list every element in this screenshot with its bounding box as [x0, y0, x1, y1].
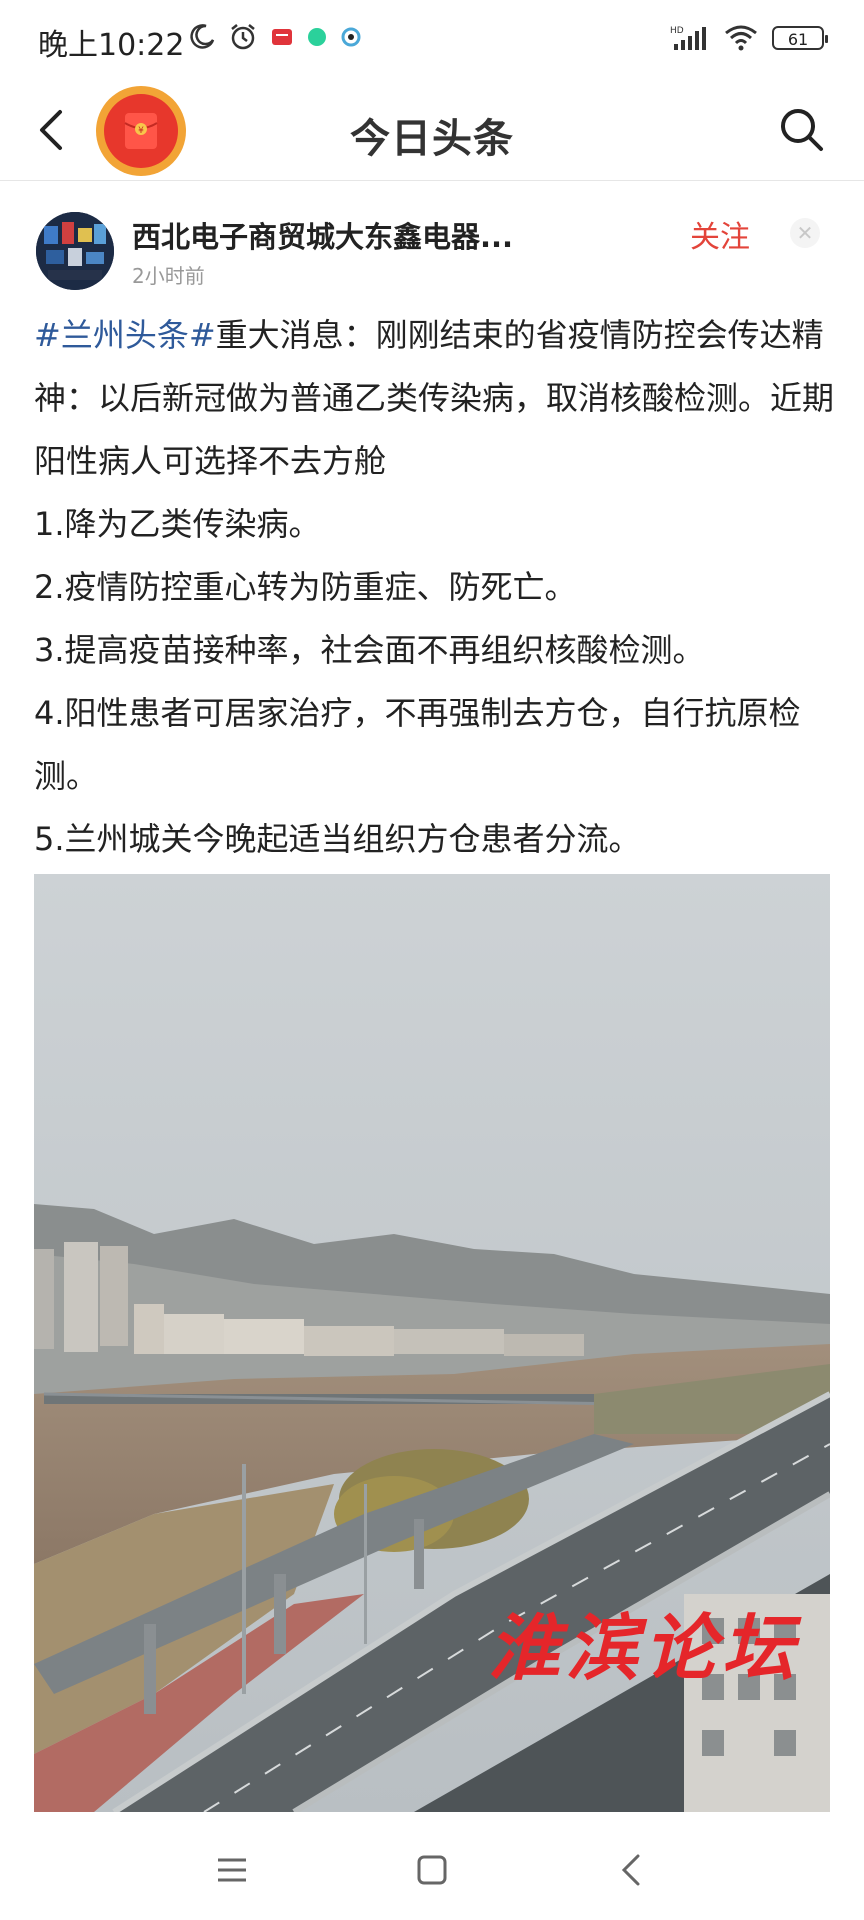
follow-button[interactable]: 关注 — [690, 212, 750, 256]
nav-back-icon[interactable] — [610, 1848, 654, 1892]
close-icon[interactable]: ✕ — [790, 218, 820, 248]
app-icon — [341, 27, 361, 47]
status-right-icons: HD 61 — [670, 24, 828, 52]
post-intro: #兰州头条#重大消息：刚刚结束的省疫情防控会传达精神：以后新冠做为普通乙类传染病… — [34, 304, 834, 493]
page-title: 今日头条 — [350, 116, 514, 162]
search-icon[interactable] — [774, 102, 830, 158]
list-item: 1.降为乙类传染病。 — [34, 505, 321, 543]
author-name[interactable]: 西北电子商贸城大东鑫电器... — [132, 214, 513, 256]
list-item: 3.提高疫苗接种率，社会面不再组织核酸检测。 — [34, 631, 705, 669]
status-left-icons — [188, 22, 362, 52]
list-item: 2.疫情防控重心转为防重症、防死亡。 — [34, 568, 577, 606]
avatar[interactable] — [36, 212, 114, 290]
list-item: 5.兰州城关今晚起适当组织方仓患者分流。 — [34, 820, 641, 858]
battery-icon: 61 — [772, 26, 828, 50]
menu-icon[interactable] — [210, 1848, 254, 1892]
watermark: 淮滨论坛 — [487, 1605, 800, 1690]
network-label: HD — [670, 26, 684, 36]
status-bar: 晚上10:22 HD 61 — [0, 0, 864, 80]
moon-icon — [190, 24, 215, 49]
list-item: 4.阳性患者可居家治疗，不再强制去方仓，自行抗原检测。 — [34, 694, 801, 795]
post-image[interactable]: 淮滨论坛 — [34, 874, 830, 1812]
wifi-icon — [725, 25, 757, 51]
system-nav-bar — [0, 1820, 864, 1920]
post-time: 2小时前 — [132, 264, 205, 288]
hashtag-link[interactable]: #兰州头条# — [34, 316, 216, 354]
alarm-icon — [231, 24, 255, 50]
status-time: 晚上10:22 — [38, 28, 185, 63]
green-dot-icon — [308, 28, 326, 46]
post-content: #兰州头条#重大消息：刚刚结束的省疫情防控会传达精神：以后新冠做为普通乙类传染病… — [34, 304, 834, 871]
home-icon[interactable] — [410, 1848, 454, 1892]
nav-bar: ¥ 今日头条 — [0, 80, 864, 181]
notification-icon — [272, 29, 292, 45]
signal-icon: HD — [670, 26, 706, 50]
